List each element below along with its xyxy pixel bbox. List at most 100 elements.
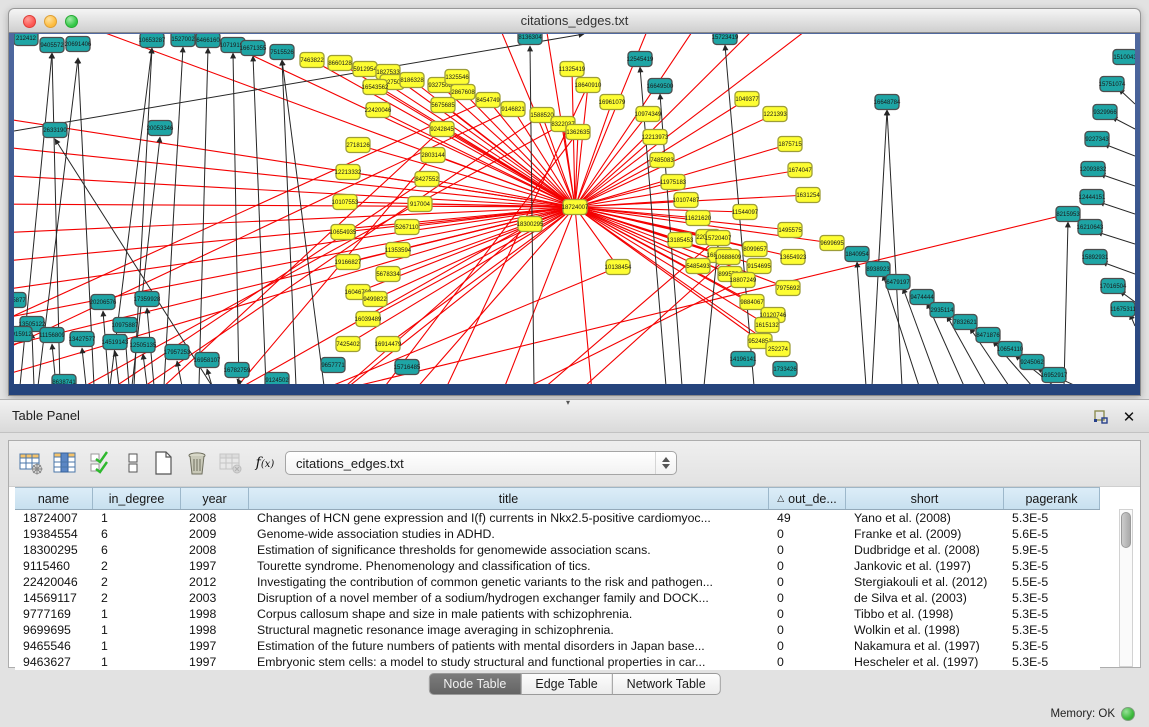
graph-node[interactable]: 7975692 — [776, 281, 800, 296]
graph-node[interactable]: 5485493 — [686, 259, 710, 274]
graph-node[interactable]: 12545419 — [627, 52, 654, 67]
graph-node[interactable]: 9227343 — [1085, 132, 1109, 147]
graph-node[interactable]: 7832621 — [953, 315, 977, 330]
graph-node[interactable]: 15720407 — [705, 231, 732, 246]
graph-node[interactable]: 10975887 — [112, 318, 139, 333]
close-panel-icon[interactable]: ✕ — [1119, 407, 1139, 427]
graph-node[interactable]: 11544097 — [732, 205, 759, 220]
graph-node[interactable]: 1221393 — [763, 107, 787, 122]
graph-node[interactable]: 9474444 — [910, 290, 934, 305]
graph-node[interactable]: 8186328 — [400, 73, 424, 88]
graph-node[interactable]: 13185453 — [667, 233, 694, 248]
graph-node[interactable]: 1049377 — [735, 92, 759, 107]
graph-node[interactable]: 3915912 — [14, 327, 32, 342]
graph-node[interactable]: 9242845 — [430, 122, 454, 137]
graph-node[interactable]: 2605877 — [14, 293, 26, 308]
graph-node[interactable]: 7485083 — [650, 153, 674, 168]
column-header-year[interactable]: year — [181, 488, 249, 509]
tab-edge-table[interactable]: Edge Table — [521, 673, 612, 695]
row-height-icon[interactable] — [119, 449, 147, 477]
graph-node[interactable]: 7425402 — [336, 337, 360, 352]
graph-node[interactable]: 17957253 — [164, 345, 191, 360]
graph-node[interactable]: 1615132 — [755, 318, 779, 333]
graph-node[interactable]: 16649500 — [647, 79, 674, 94]
graph-node[interactable]: 18724007 — [562, 200, 589, 215]
graph-node[interactable]: 16782759 — [224, 363, 251, 378]
graph-node[interactable]: 2935114 — [930, 303, 954, 318]
graph-node[interactable]: 14519143 — [102, 335, 129, 350]
graph-node[interactable]: 1733426 — [773, 362, 797, 377]
graph-node[interactable]: 22420046 — [365, 103, 392, 118]
column-header-title[interactable]: title — [249, 488, 769, 509]
graph-node[interactable]: 8454749 — [476, 93, 500, 108]
graph-node[interactable]: 12093832 — [1080, 162, 1107, 177]
graph-node[interactable]: 12213973 — [642, 130, 669, 145]
delete-table-icon[interactable] — [183, 449, 211, 477]
column-header-pagerank[interactable]: pagerank — [1004, 488, 1100, 509]
graph-node[interactable]: 5675685 — [431, 98, 455, 113]
graph-node[interactable]: 13654923 — [780, 250, 807, 265]
graph-node[interactable]: 8099657 — [743, 242, 767, 257]
graph-node[interactable]: 1840954 — [845, 247, 869, 262]
graph-node[interactable]: 8638741 — [52, 375, 76, 385]
graph-node[interactable]: 16914479 — [375, 337, 402, 352]
graph-node[interactable]: 2867608 — [451, 85, 475, 100]
graph-node[interactable]: 16958107 — [194, 353, 221, 368]
graph-node[interactable]: 9657771 — [321, 358, 345, 373]
graph-node[interactable]: 16961079 — [599, 95, 626, 110]
panel-resize-grip[interactable]: ▾ — [566, 398, 570, 407]
graph-node[interactable]: 10107487 — [673, 193, 700, 208]
graph-node[interactable]: 12213332 — [335, 165, 362, 180]
graph-node[interactable]: 9405572 — [40, 38, 64, 53]
table-row[interactable]: 969969511998Structural magnetic resonanc… — [15, 622, 1100, 638]
table-row[interactable]: 1938455462009Genome-wide association stu… — [15, 526, 1100, 542]
graph-node[interactable]: 252274 — [766, 342, 790, 357]
graph-node[interactable]: 15723419 — [712, 34, 739, 45]
graph-node[interactable]: 2718126 — [346, 138, 370, 153]
graph-node[interactable]: 9884067 — [740, 295, 764, 310]
function-builder-icon[interactable]: f(x) — [251, 449, 279, 477]
graph-node[interactable]: 16039489 — [355, 312, 382, 327]
network-canvas[interactable]: 2124129405572206914061065328715270026466… — [14, 34, 1135, 384]
graph-node[interactable]: 6479197 — [886, 275, 910, 290]
graph-node[interactable]: 9499822 — [363, 292, 387, 307]
table-selector-dropdown[interactable]: citations_edges.txt — [285, 451, 677, 475]
graph-node[interactable]: 212412 — [14, 34, 38, 46]
graph-node[interactable]: 20691406 — [65, 37, 92, 52]
graph-node[interactable]: 8938923 — [866, 262, 890, 277]
graph-node[interactable]: 1875715 — [778, 137, 802, 152]
graph-node[interactable]: 8215953 — [1056, 207, 1080, 222]
graph-node[interactable]: 6466160 — [196, 34, 220, 48]
graph-node[interactable]: 8136304 — [518, 34, 542, 45]
graph-node[interactable]: 1325546 — [445, 70, 469, 85]
graph-node[interactable]: 16648784 — [874, 95, 901, 110]
graph-node[interactable]: 10653287 — [139, 34, 166, 48]
graph-node[interactable]: 11353594 — [385, 243, 412, 258]
graph-node[interactable]: 14196141 — [730, 352, 757, 367]
table-options-icon[interactable] — [17, 449, 45, 477]
column-header-name[interactable]: name — [15, 488, 93, 509]
graph-node[interactable]: 7463822 — [300, 53, 324, 68]
graph-node[interactable]: 20206576 — [90, 295, 117, 310]
graph-node[interactable]: 11975183 — [660, 175, 687, 190]
graph-node[interactable]: 13427577 — [69, 332, 96, 347]
tab-network-table[interactable]: Network Table — [613, 673, 721, 695]
column-header-short[interactable]: short — [846, 488, 1004, 509]
graph-node[interactable]: 20053346 — [147, 121, 174, 136]
table-row[interactable]: 977716911998Corpus callosum shape and si… — [15, 606, 1100, 622]
graph-node[interactable]: 10138454 — [605, 260, 632, 275]
table-row[interactable]: 946554611997Estimation of the future num… — [15, 638, 1100, 654]
graph-node[interactable]: 17359928 — [134, 292, 161, 307]
column-header-in-degree[interactable]: in_degree — [93, 488, 181, 509]
table-row[interactable]: 946362711997Embryonic stem cells: a mode… — [15, 654, 1100, 670]
graph-node[interactable]: 18300295 — [517, 217, 544, 232]
graph-node[interactable]: 12444151 — [1079, 190, 1106, 205]
graph-node[interactable]: 9154695 — [747, 259, 771, 274]
graph-node[interactable]: 19166827 — [335, 255, 362, 270]
graph-node[interactable]: 10688609 — [715, 250, 742, 265]
graph-node[interactable]: 15892931 — [1082, 250, 1109, 265]
graph-node[interactable]: 17016504 — [1100, 279, 1127, 294]
graph-node[interactable]: 9329966 — [1093, 105, 1117, 120]
graph-node[interactable]: 2633190 — [43, 123, 67, 138]
graph-node[interactable]: 7515526 — [270, 45, 294, 60]
